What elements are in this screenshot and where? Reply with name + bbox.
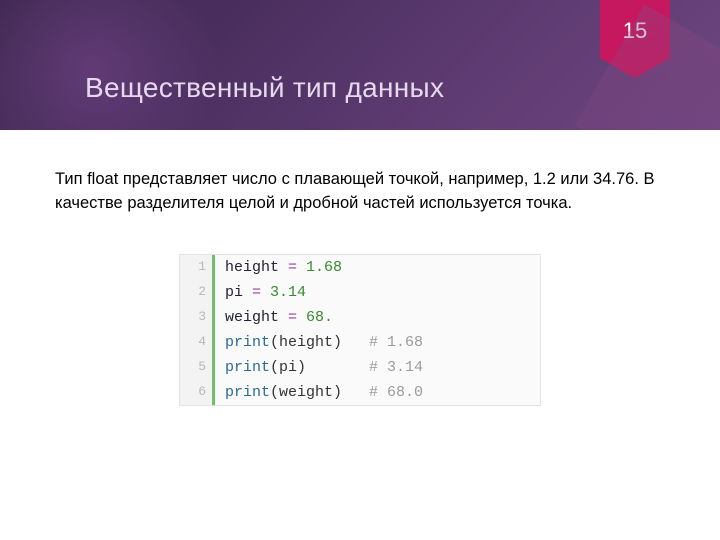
code-content: pi = 3.14	[215, 280, 306, 305]
slide: 15 Вещественный тип данных Тип float пре…	[0, 0, 720, 540]
code-content: weight = 68.	[215, 305, 333, 330]
line-number: 4	[180, 330, 215, 355]
code-line: 6print(weight) # 68.0	[180, 380, 540, 405]
code-content: print(pi) # 3.14	[215, 355, 423, 380]
page-number-badge: 15	[600, 0, 670, 58]
code-line: 2pi = 3.14	[180, 280, 540, 305]
slide-header: 15 Вещественный тип данных	[0, 0, 720, 130]
slide-title: Вещественный тип данных	[85, 72, 444, 104]
code-line: 5print(pi) # 3.14	[180, 355, 540, 380]
line-number: 1	[180, 255, 215, 280]
code-content: height = 1.68	[215, 255, 342, 280]
line-number: 6	[180, 380, 215, 405]
line-number: 2	[180, 280, 215, 305]
line-number: 5	[180, 355, 215, 380]
code-content: print(weight) # 68.0	[215, 380, 423, 405]
code-content: print(height) # 1.68	[215, 330, 423, 355]
line-number: 3	[180, 305, 215, 330]
page-number: 15	[623, 18, 647, 43]
code-line: 4print(height) # 1.68	[180, 330, 540, 355]
slide-body: Тип float представляет число с плавающей…	[0, 130, 720, 406]
code-line: 3weight = 68.	[180, 305, 540, 330]
description-paragraph: Тип float представляет число с плавающей…	[55, 168, 665, 216]
code-block: 1height = 1.682pi = 3.143weight = 68.4pr…	[179, 254, 541, 406]
code-line: 1height = 1.68	[180, 255, 540, 280]
